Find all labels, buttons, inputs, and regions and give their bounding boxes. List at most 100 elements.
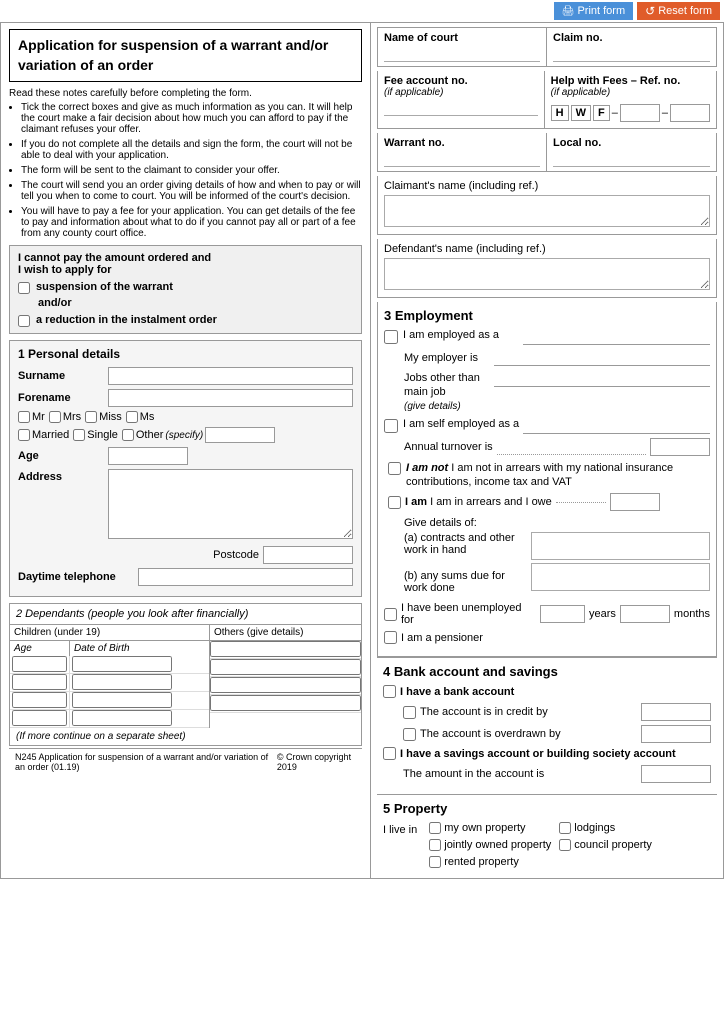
claimant-box: Claimant's name (including ref.) xyxy=(377,176,717,235)
own-property-checkbox[interactable] xyxy=(429,822,441,834)
dep-other-input-3[interactable] xyxy=(210,677,361,693)
warrant-no-input[interactable] xyxy=(384,151,540,167)
overdrawn-input[interactable] xyxy=(641,725,711,743)
savings-amount-input[interactable] xyxy=(641,765,711,783)
employed-row: I am employed as a xyxy=(384,329,710,345)
arrears-input[interactable] xyxy=(610,493,660,511)
age-input[interactable] xyxy=(108,447,188,465)
court-name-input[interactable] xyxy=(384,46,540,62)
suspension-label: suspension of the warrant xyxy=(36,281,173,293)
employed-checkbox[interactable] xyxy=(384,330,398,344)
instruction-1: Tick the correct boxes and give as much … xyxy=(21,102,362,135)
dep-age-3[interactable] xyxy=(12,692,67,708)
wish-to-apply-text: I wish to apply for xyxy=(18,264,353,276)
turnover-input[interactable] xyxy=(650,438,710,456)
main-layout: Application for suspension of a warrant … xyxy=(0,22,724,879)
savings-checkbox[interactable] xyxy=(383,747,396,760)
bank-section: 4 Bank account and savings I have a bank… xyxy=(377,657,717,794)
daytime-input[interactable] xyxy=(138,568,353,586)
others-header: Others (give details) xyxy=(210,625,361,641)
surname-input[interactable] xyxy=(108,367,353,385)
title-miss-item: Miss xyxy=(85,411,122,423)
pensioner-checkbox[interactable] xyxy=(384,631,397,644)
dep-row-1 xyxy=(10,656,209,674)
employer-input[interactable] xyxy=(494,350,710,366)
title-ms-checkbox[interactable] xyxy=(126,411,138,423)
postcode-label: Postcode xyxy=(213,549,259,561)
forename-input[interactable] xyxy=(108,389,353,407)
credit-input[interactable] xyxy=(641,703,711,721)
defendant-input[interactable] xyxy=(384,258,710,290)
prop-left-col: my own property jointly owned property r… xyxy=(429,822,551,868)
unemployed-years-input[interactable] xyxy=(540,605,585,623)
dep-age-4[interactable] xyxy=(12,710,67,726)
claimant-sub: (including ref.) xyxy=(469,180,539,192)
live-in-label: I live in xyxy=(383,824,417,836)
employed-input[interactable] xyxy=(523,329,710,345)
reset-button[interactable]: Reset form xyxy=(637,2,720,20)
dep-age-1[interactable] xyxy=(12,656,67,672)
bank-account-row: I have a bank account xyxy=(383,685,711,698)
title-row: Mr Mrs Miss Ms xyxy=(18,411,353,423)
age-row: Age xyxy=(18,447,353,465)
self-employed-checkbox[interactable] xyxy=(384,419,398,433)
arrears-checkbox[interactable] xyxy=(388,496,401,509)
title-miss-label: Miss xyxy=(99,411,122,423)
married-checkbox[interactable] xyxy=(18,429,30,441)
unemployed-checkbox[interactable] xyxy=(384,608,397,621)
reduction-checkbox[interactable] xyxy=(18,315,30,327)
footer-left: N245 Application for suspension of a war… xyxy=(15,752,277,772)
other-item: Other (specify) xyxy=(122,427,275,443)
dep-other-input-2[interactable] xyxy=(210,659,361,675)
address-input[interactable] xyxy=(108,469,353,539)
credit-checkbox[interactable] xyxy=(403,706,416,719)
fee-account-cell: Fee account no. (if applicable) xyxy=(378,71,545,128)
local-no-input[interactable] xyxy=(553,151,710,167)
single-checkbox[interactable] xyxy=(73,429,85,441)
hwf-input1[interactable] xyxy=(620,104,660,122)
rented-property-checkbox[interactable] xyxy=(429,856,441,868)
dep-age-2[interactable] xyxy=(12,674,67,690)
section2-title: 2 Dependants xyxy=(16,608,85,620)
dep-dob-2[interactable] xyxy=(72,674,172,690)
sums-input[interactable] xyxy=(531,563,710,591)
dep-dob-1[interactable] xyxy=(72,656,172,672)
dep-other-2 xyxy=(210,659,361,677)
jobs-input[interactable] xyxy=(494,371,710,387)
fee-account-input[interactable] xyxy=(384,100,538,116)
title-mr-checkbox[interactable] xyxy=(18,411,30,423)
hwf-input2[interactable] xyxy=(670,104,710,122)
court-grid: Name of court Claim no. xyxy=(377,27,717,67)
council-property-checkbox[interactable] xyxy=(559,839,571,851)
print-button[interactable]: Print form xyxy=(554,2,633,20)
address-row: Address Postcode xyxy=(18,469,353,564)
credit-label: The account is in credit by xyxy=(420,706,637,718)
months-label: months xyxy=(674,608,710,620)
jobs-row: Jobs other than main job (give details) xyxy=(384,371,710,413)
defendant-label: Defendant's name (including ref.) xyxy=(384,243,710,255)
instruction-4: The court will send you an order giving … xyxy=(21,180,362,202)
jointly-owned-checkbox[interactable] xyxy=(429,839,441,851)
bank-account-checkbox[interactable] xyxy=(383,685,396,698)
dep-dob-4[interactable] xyxy=(72,710,172,726)
overdrawn-checkbox[interactable] xyxy=(403,728,416,741)
not-arrears-checkbox[interactable] xyxy=(388,462,401,475)
personal-details-section: 1 Personal details Surname Forename Mr M… xyxy=(9,340,362,597)
dep-dob-3[interactable] xyxy=(72,692,172,708)
lodgings-checkbox[interactable] xyxy=(559,822,571,834)
postcode-input[interactable] xyxy=(263,546,353,564)
employed-label: I am employed as a xyxy=(403,329,523,341)
claim-no-input[interactable] xyxy=(553,46,710,62)
suspension-checkbox[interactable] xyxy=(18,282,30,294)
title-mrs-checkbox[interactable] xyxy=(49,411,61,423)
unemployed-months-input[interactable] xyxy=(620,605,670,623)
dep-other-input-4[interactable] xyxy=(210,695,361,711)
claimant-input[interactable] xyxy=(384,195,710,227)
other-checkbox[interactable] xyxy=(122,429,134,441)
address-container: Postcode xyxy=(108,469,353,564)
dep-other-input-1[interactable] xyxy=(210,641,361,657)
other-specify-input[interactable] xyxy=(205,427,275,443)
contracts-input[interactable] xyxy=(531,532,710,560)
title-miss-checkbox[interactable] xyxy=(85,411,97,423)
self-employed-input[interactable] xyxy=(523,418,710,434)
